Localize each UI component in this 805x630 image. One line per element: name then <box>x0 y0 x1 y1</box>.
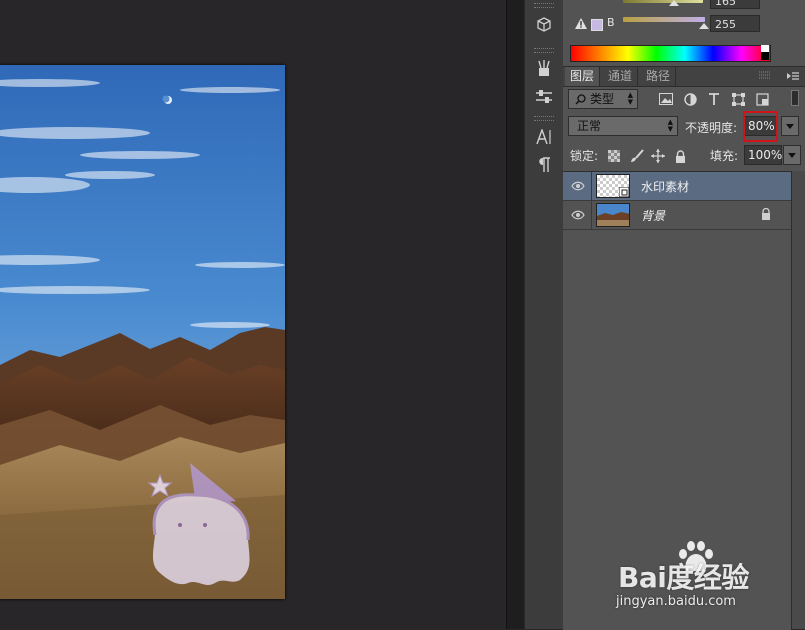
smart-object-badge-icon <box>619 187 629 197</box>
filter-type-icon[interactable] <box>706 91 722 107</box>
b-channel-label: B <box>607 16 615 29</box>
gamut-color-swatch[interactable] <box>591 19 603 31</box>
warning-icon[interactable] <box>575 18 587 29</box>
eye-icon[interactable] <box>571 209 585 221</box>
tab-paths[interactable]: 路径 <box>641 67 677 86</box>
black-swatch[interactable] <box>761 52 769 60</box>
b-value-field[interactable]: 255 <box>710 15 760 32</box>
filter-smart-object-icon[interactable] <box>754 91 770 107</box>
lock-transparency-icon[interactable] <box>606 148 622 164</box>
filter-toggle-switch[interactable] <box>791 90 799 106</box>
tool-presets-icon[interactable] <box>533 87 555 107</box>
panel-menu-icon[interactable] <box>787 71 799 85</box>
lock-position-move-icon[interactable] <box>650 148 666 164</box>
blend-mode-label: 正常 <box>577 119 602 133</box>
character-panel-icon[interactable] <box>533 127 555 147</box>
document-canvas[interactable] <box>0 0 506 629</box>
lock-icon <box>762 208 770 220</box>
slider-handle[interactable] <box>669 0 679 6</box>
lock-row: 锁定: 填充: 100% <box>563 143 805 169</box>
color-panel: 165 B 255 <box>563 0 805 67</box>
desert-photo[interactable] <box>0 65 285 599</box>
opacity-input[interactable]: 80% <box>744 116 777 136</box>
layers-tab-bar: 图层 通道 路径 <box>563 67 805 87</box>
filter-pixel-icon[interactable] <box>658 91 674 107</box>
panel-dock-strip <box>524 0 564 629</box>
strip-grip[interactable] <box>534 116 554 121</box>
updown-arrows-icon: ▲ ▼ <box>627 91 633 106</box>
layer-name[interactable]: 水印素材 <box>641 178 689 195</box>
watermark-brand: Bai度经验 <box>618 561 749 594</box>
g-value-field[interactable]: 165 <box>710 0 760 9</box>
divider <box>591 172 592 200</box>
search-icon <box>575 94 586 105</box>
3d-cube-icon[interactable] <box>533 15 555 35</box>
filter-row: 类型 ▲ ▼ <box>563 87 805 111</box>
white-swatch[interactable] <box>761 45 769 52</box>
lock-pixels-brush-icon[interactable] <box>629 148 645 164</box>
tab-layers[interactable]: 图层 <box>565 67 601 86</box>
layer-thumbnail <box>596 203 630 227</box>
fill-dropdown-button[interactable] <box>783 145 801 165</box>
color-spectrum[interactable] <box>570 45 771 62</box>
layers-panel-group: 165 B 255 图层 通道 路径 类型 ▲ ▼ 正常 ▲ ▼ 不透明度: 8… <box>563 0 805 630</box>
b-slider[interactable] <box>623 17 705 22</box>
updown-arrows-icon: ▲ ▼ <box>667 118 673 133</box>
g-slider[interactable] <box>623 0 703 3</box>
opacity-label: 不透明度: <box>685 121 738 135</box>
chevron-down-icon <box>788 152 796 158</box>
chevron-down-icon <box>786 123 794 129</box>
blend-mode-dropdown[interactable]: 正常 ▲ ▼ <box>568 116 678 136</box>
lock-label: 锁定: <box>570 149 599 163</box>
filter-type-dropdown[interactable]: 类型 ▲ ▼ <box>568 89 638 109</box>
opacity-dropdown-button[interactable] <box>781 116 799 136</box>
slider-handle[interactable] <box>699 23 709 29</box>
brush-presets-icon[interactable] <box>533 58 555 78</box>
tab-channels[interactable]: 通道 <box>603 67 639 86</box>
filter-adjustment-icon[interactable] <box>682 91 698 107</box>
site-watermark: Bai度经验 jingyan.baidu.com <box>612 540 802 620</box>
layer-name[interactable]: 背景 <box>641 207 665 224</box>
eye-icon[interactable] <box>571 180 585 192</box>
fill-label: 填充: <box>710 149 739 163</box>
panel-splitter[interactable] <box>506 0 525 629</box>
filter-type-label: 类型 <box>590 92 615 106</box>
blend-row: 正常 ▲ ▼ 不透明度: 80% <box>563 113 805 141</box>
divider <box>591 201 592 229</box>
layer-background[interactable]: 背景 <box>563 201 791 230</box>
strip-grip[interactable] <box>534 3 554 8</box>
strip-grip[interactable] <box>534 48 554 53</box>
layer-watermark[interactable]: 水印素材 <box>563 172 791 201</box>
layer-thumbnail <box>596 174 630 198</box>
filter-shape-icon[interactable] <box>730 91 746 107</box>
watermark-url: jingyan.baidu.com <box>616 594 736 609</box>
fill-input[interactable]: 100% <box>744 145 782 165</box>
lock-all-icon[interactable] <box>672 148 688 164</box>
paragraph-panel-icon[interactable] <box>533 155 555 175</box>
grip-icon[interactable] <box>759 69 771 81</box>
